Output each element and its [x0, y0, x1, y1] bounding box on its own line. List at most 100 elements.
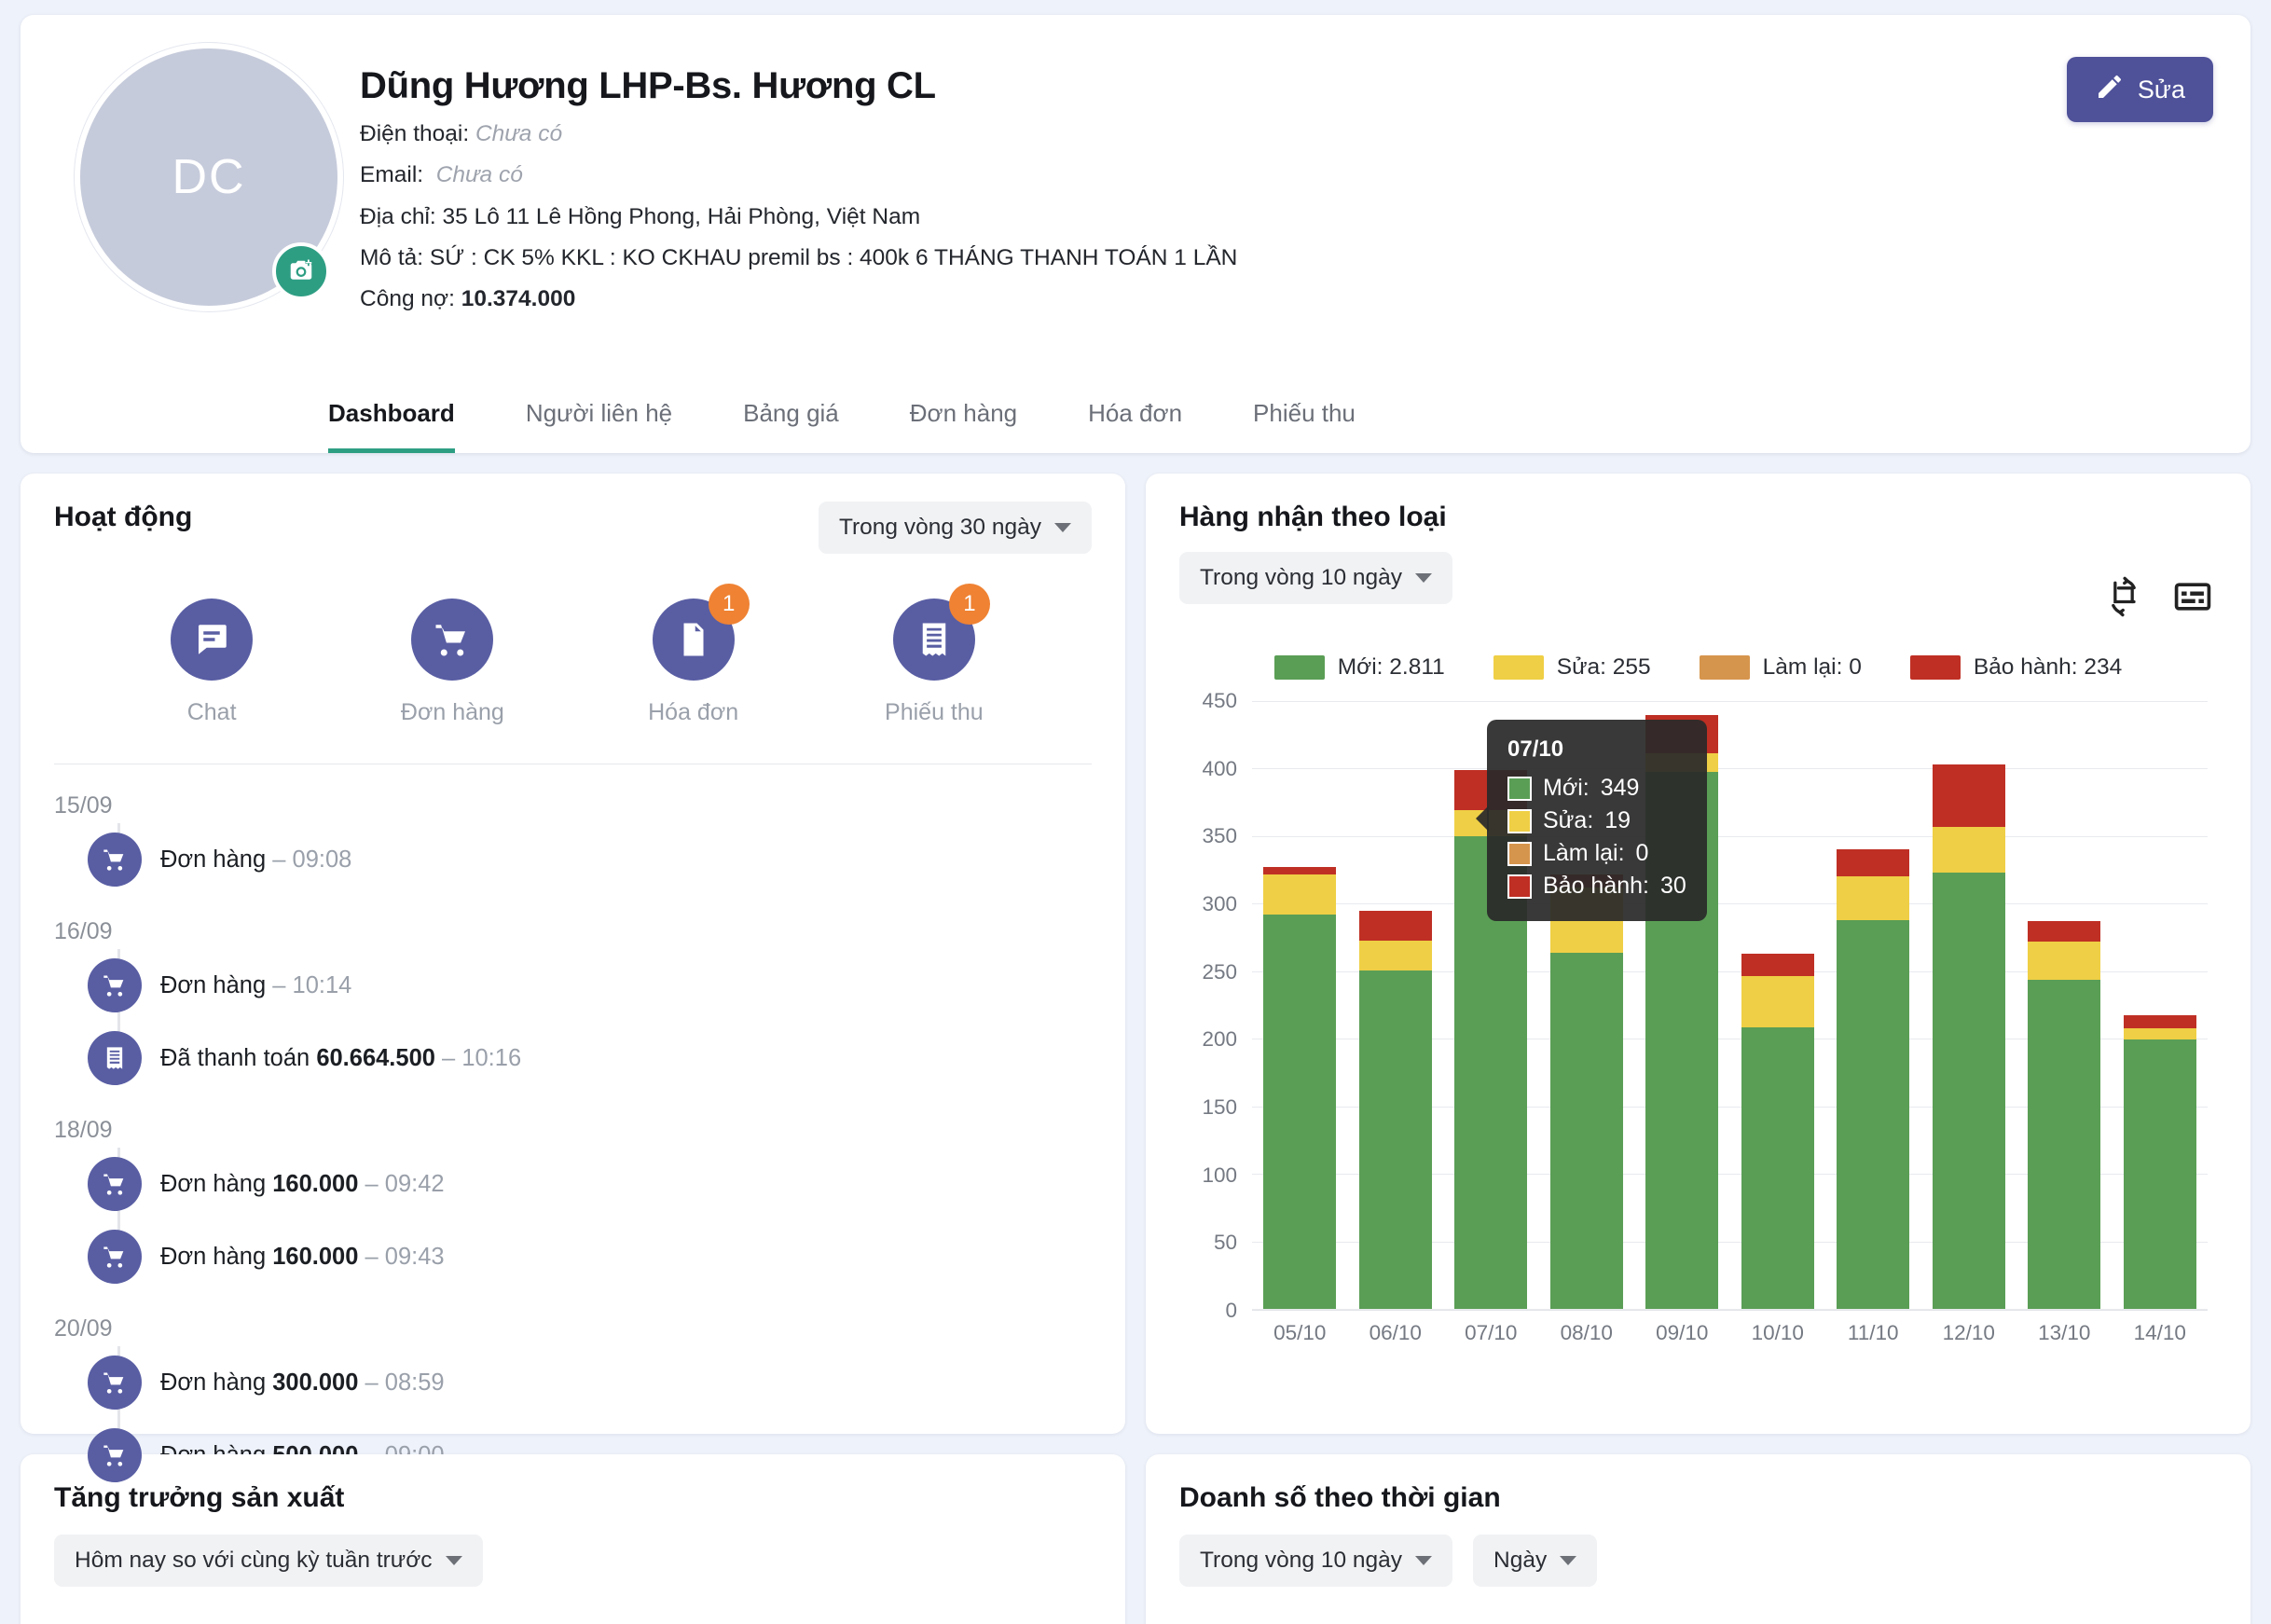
growth-compare-filter[interactable]: Hôm nay so với cùng kỳ tuần trước [54, 1535, 483, 1587]
bar-segment-Bảo hành [1932, 764, 2005, 827]
bar-segment-Bảo hành [2123, 1014, 2196, 1029]
rotate-crop-icon[interactable] [2103, 576, 2144, 622]
cart-icon [88, 833, 142, 887]
list-item[interactable]: Đơn hàng 300.000 – 08:59 [88, 1346, 1092, 1419]
bar-segment-Mới [1932, 873, 2005, 1309]
bar-series [1252, 701, 2208, 1309]
tab-orders[interactable]: Đơn hàng [910, 382, 1017, 453]
timeline-date: 16/09 [54, 918, 113, 944]
growth-compare-filter-label: Hôm nay so với cùng kỳ tuần trước [75, 1548, 433, 1573]
tab-contacts[interactable]: Người liên hệ [526, 382, 672, 453]
chevron-down-icon [1560, 1556, 1577, 1565]
list-item[interactable]: Đã thanh toán 60.664.500 – 10:16 [88, 1022, 1092, 1094]
x-tick-label: 08/10 [1560, 1321, 1613, 1344]
chart-tools [2103, 576, 2213, 622]
activity-shortcuts: Chat Đơn hàng 1 Hóa đơn 1 Phiếu thu [54, 584, 1092, 726]
pencil-icon [2095, 72, 2125, 108]
entry-time: – 09:08 [272, 846, 352, 873]
y-tick-label: 200 [1202, 1027, 1237, 1052]
shortcut-chat-label: Chat [186, 699, 237, 725]
address-value: 35 Lô 11 Lê Hồng Phong, Hải Phòng, Việt … [442, 203, 921, 229]
shortcut-chat[interactable]: Chat [91, 599, 332, 726]
y-tick-label: 0 [1225, 1299, 1237, 1322]
revenue-range-filter[interactable]: Trong vòng 10 ngày [1179, 1535, 1453, 1587]
timeline-group: 15/09 Đơn hàng – 09:08 [54, 792, 1092, 896]
activity-panel: Hoạt động Trong vòng 30 ngày Chat Đơn hà… [21, 474, 1125, 1482]
entry-amount: 300.000 [272, 1369, 359, 1396]
legend-item-moi[interactable]: Mới: 2.811 [1273, 654, 1445, 681]
entry-label: Đơn hàng [160, 1170, 267, 1197]
shortcut-orders[interactable]: Đơn hàng [332, 599, 572, 726]
bar-segment-Bảo hành [1645, 715, 1719, 754]
bar-09-10[interactable] [1645, 715, 1719, 1309]
bar-08-10[interactable] [1549, 874, 1623, 1309]
bar-06-10[interactable] [1358, 910, 1432, 1309]
activity-range-filter[interactable]: Trong vòng 30 ngày [818, 502, 1092, 554]
list-item[interactable]: Đơn hàng 160.000 – 09:42 [88, 1148, 1092, 1220]
revenue-unit-filter[interactable]: Ngày [1473, 1535, 1598, 1587]
table-view-icon[interactable] [2172, 576, 2213, 622]
x-tick-label: 07/10 [1465, 1321, 1518, 1344]
legend-item-baohanh[interactable]: Bảo hành: 234 [1909, 654, 2122, 681]
entry-time: – 10:16 [442, 1044, 522, 1071]
list-item[interactable]: Đơn hàng – 09:08 [88, 823, 1092, 896]
legend-label-sua: Sửa: 255 [1556, 654, 1651, 680]
timeline-entries: Đơn hàng 160.000 – 09:42 Đơn hàng 160.00… [88, 1148, 1092, 1293]
y-tick-label: 450 [1202, 689, 1237, 712]
timeline-group: 16/09 Đơn hàng – 10:14 Đã thanh toán 60.… [54, 918, 1092, 1094]
description-value: SỨ : CK 5% KKL : KO CKHAU premil bs : 40… [429, 245, 1238, 271]
customer-info: Dũng Hương LHP-Bs. Hương CL Điện thoại: … [360, 39, 2219, 314]
bar-slot [1539, 701, 1635, 1309]
invoice-icon: 1 [652, 584, 750, 681]
address-label: Địa chỉ: [360, 203, 436, 229]
shortcut-receipts[interactable]: 1 Phiếu thu [814, 584, 1054, 726]
bar-slot [2113, 701, 2209, 1309]
shortcut-receipts-label: Phiếu thu [885, 699, 984, 725]
entry-time: – 08:59 [365, 1369, 445, 1396]
email-label: Email: [360, 162, 424, 188]
bar-14-10[interactable] [2123, 1014, 2196, 1309]
bar-segment-Sửa [1837, 876, 1910, 920]
bar-segment-Mới [1645, 772, 1719, 1309]
edit-button[interactable]: Sửa [2066, 57, 2213, 122]
bar-segment-Sửa [2028, 942, 2101, 980]
tab-dashboard[interactable]: Dashboard [328, 382, 455, 453]
phone-value: Chưa có [475, 121, 563, 146]
list-item[interactable]: Đơn hàng 160.000 – 09:43 [88, 1220, 1092, 1293]
entry-time: – 10:14 [272, 971, 352, 998]
chevron-down-icon [1054, 523, 1071, 532]
camera-add-icon[interactable] [272, 242, 330, 300]
timeline-entries: Đơn hàng – 10:14 Đã thanh toán 60.664.50… [88, 949, 1092, 1094]
customer-profile-card: DC Dũng Hương LHP-Bs. Hương CL Điện thoạ… [21, 15, 2250, 453]
bar-slot [2016, 701, 2113, 1309]
bar-segment-Mới [1358, 970, 1432, 1309]
growth-filters: Hôm nay so với cùng kỳ tuần trước [54, 1535, 1092, 1587]
bar-segment-Mới [1454, 835, 1528, 1309]
list-item[interactable]: Đơn hàng – 10:14 [88, 949, 1092, 1022]
entry-amount: 160.000 [272, 1170, 359, 1197]
bar-slot [1443, 701, 1539, 1309]
activity-range-filter-label: Trong vòng 30 ngày [838, 515, 1041, 540]
timeline-date: 20/09 [54, 1315, 113, 1342]
bar-07-10[interactable] [1454, 769, 1528, 1309]
entry-label: Đã thanh toán [160, 1044, 310, 1071]
tab-receipts[interactable]: Phiếu thu [1253, 382, 1356, 453]
goods-panel-title: Hàng nhận theo loại [1179, 502, 1447, 532]
tab-invoices[interactable]: Hóa đơn [1088, 382, 1182, 453]
bar-slot [1348, 701, 1444, 1309]
shortcut-invoices[interactable]: 1 Hóa đơn [573, 584, 814, 726]
cart-icon [411, 599, 494, 681]
bar-10-10[interactable] [1741, 954, 1814, 1309]
tab-price-list[interactable]: Bảng giá [743, 382, 839, 453]
legend-item-lamlai[interactable]: Làm lại: 0 [1699, 654, 1862, 681]
cart-icon [88, 1230, 142, 1284]
chevron-down-icon [445, 1556, 462, 1565]
goods-range-filter[interactable]: Trong vòng 10 ngày [1179, 552, 1453, 604]
bar-12-10[interactable] [1932, 764, 2005, 1309]
bar-slot [1634, 701, 1730, 1309]
x-tick-label: 13/10 [2038, 1321, 2091, 1344]
legend-item-sua[interactable]: Sửa: 255 [1493, 654, 1651, 681]
bar-13-10[interactable] [2028, 921, 2101, 1309]
bar-05-10[interactable] [1263, 867, 1337, 1309]
bar-11-10[interactable] [1837, 849, 1910, 1309]
